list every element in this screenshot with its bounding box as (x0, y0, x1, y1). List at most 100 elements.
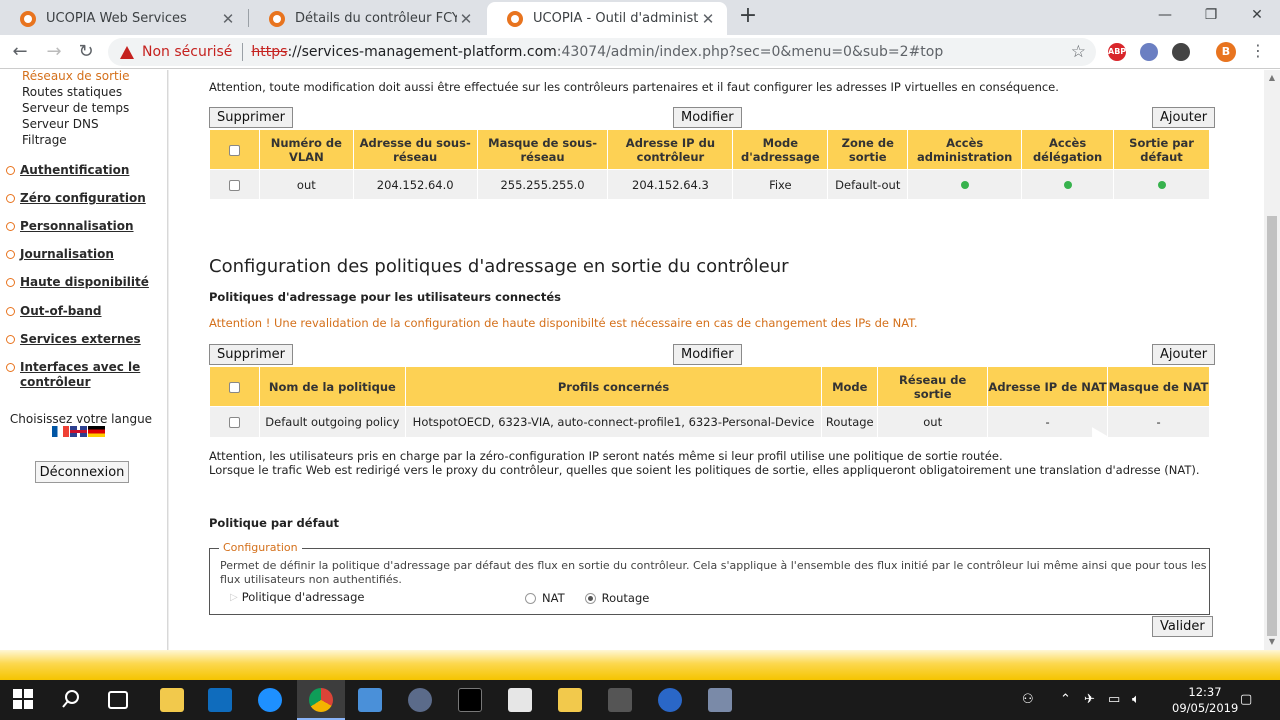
restore-icon[interactable]: ❐ (1188, 0, 1234, 32)
scroll-down-icon[interactable]: ▼ (1264, 634, 1280, 650)
vlan-cell: out (258, 169, 354, 200)
profile-avatar[interactable]: B (1216, 42, 1236, 62)
column-header: Zone de sortie (827, 129, 909, 170)
battery-icon[interactable]: ▭ (1108, 692, 1120, 707)
minimize-icon[interactable]: — (1142, 0, 1188, 32)
file-explorer-icon[interactable] (160, 688, 184, 712)
sidebar-item-label: Zéro configuration (20, 191, 146, 205)
tray-chevron-up-icon[interactable]: ⌃ (1060, 692, 1071, 707)
address-bar[interactable]: Non sécurisé https ://services-managemen… (108, 38, 1096, 66)
row-select-cell (209, 406, 260, 438)
extension-circle-icon[interactable] (1172, 43, 1190, 61)
policy-section-title: Configuration des politiques d'adressage… (209, 256, 789, 277)
select-all-checkbox[interactable] (228, 381, 240, 393)
page-viewport: Réseaux de sortie Routes statiques Serve… (0, 70, 1264, 650)
bookmark-star-icon[interactable]: ☆ (1071, 42, 1086, 62)
chrome-icon[interactable] (309, 688, 333, 712)
vlan-delete-button[interactable]: Supprimer (209, 107, 293, 128)
browser-tab-2[interactable]: Détails du contrôleur FCYTNR2 ✕ (249, 2, 485, 35)
edge-icon[interactable] (658, 688, 682, 712)
sidebar-subitem-static-routes[interactable]: Routes statiques (22, 85, 122, 99)
sidebar-item-customization[interactable]: Personnalisation (6, 219, 134, 233)
warning-triangle-icon (120, 45, 134, 59)
column-header: Nom de la politique (258, 366, 406, 407)
vlan-table: Numéro de VLAN Adresse du sous-réseau Ma… (209, 129, 1210, 200)
adblock-extension-icon[interactable]: ABP (1108, 43, 1126, 61)
policy-edit-button[interactable]: Modifier (673, 344, 742, 365)
forward-arrow-icon[interactable]: → (42, 40, 66, 64)
vlan-notice: Attention, toute modification doit aussi… (209, 80, 1059, 94)
taskbar-clock[interactable]: 12:37 09/05/2019 (1172, 684, 1238, 716)
english-flag-icon[interactable] (70, 426, 87, 437)
close-icon[interactable]: ✕ (457, 10, 475, 28)
logout-button[interactable]: Déconnexion (35, 461, 129, 483)
sidebar-subitem-time-server[interactable]: Serveur de temps (22, 101, 129, 115)
routing-radio[interactable] (584, 592, 596, 604)
volume-icon[interactable]: 🔈︎ (1132, 692, 1140, 707)
window-close-icon[interactable]: ✕ (1234, 0, 1280, 32)
status-dot-icon (1157, 180, 1166, 189)
task-view-icon[interactable] (108, 691, 128, 709)
addressing-policy-label: Politique d'adressage (241, 590, 365, 604)
outlook-icon[interactable] (208, 688, 232, 712)
close-icon[interactable]: ✕ (219, 10, 237, 28)
sidebar-subitem-dns-server[interactable]: Serveur DNS (22, 117, 99, 131)
sidebar-subitem-exit-networks[interactable]: Réseaux de sortie (22, 70, 129, 83)
browser-tab-1[interactable]: UCOPIA Web Services ✕ (0, 2, 247, 35)
calendar-icon[interactable] (508, 688, 532, 712)
app-icon[interactable] (558, 688, 582, 712)
airplane-mode-icon[interactable]: ✈ (1084, 692, 1095, 707)
policy-delete-button[interactable]: Supprimer (209, 344, 293, 365)
nat-radio[interactable] (525, 592, 536, 604)
policy-add-button[interactable]: Ajouter (1152, 344, 1216, 365)
browser-tabstrip: UCOPIA Web Services ✕ Détails du contrôl… (0, 0, 1280, 35)
browser-tab-3-active[interactable]: UCOPIA - Outil d'administration ✕ (487, 2, 727, 35)
back-arrow-icon[interactable]: ← (8, 40, 32, 64)
extension-icon[interactable] (1140, 43, 1158, 61)
table-row[interactable]: out 204.152.64.0 255.255.255.0 204.152.6… (209, 169, 1210, 200)
select-all-checkbox[interactable] (228, 144, 240, 156)
new-tab-plus-icon[interactable]: + (736, 4, 760, 28)
browser-menu-icon[interactable]: ⋮ (1250, 41, 1266, 60)
table-row[interactable]: Default outgoing policy HotspotOECD, 632… (209, 406, 1210, 438)
network-tool-icon[interactable] (358, 688, 382, 712)
submit-button[interactable]: Valider (1152, 616, 1213, 637)
sidebar-item-external-services[interactable]: Services externes (6, 332, 141, 346)
notifications-icon[interactable]: ▢ (1240, 692, 1252, 707)
windows-start-icon[interactable] (12, 688, 36, 712)
url-host: ://services-management-platform.com (287, 44, 557, 60)
ucopia-favicon-icon (20, 10, 36, 27)
internet-explorer-icon[interactable] (258, 688, 282, 712)
sidebar-item-out-of-band[interactable]: Out-of-band (6, 304, 102, 318)
desktop-app-icon[interactable] (708, 688, 732, 712)
sidebar-item-authentication[interactable]: Authentification (6, 163, 129, 177)
vlan-add-button[interactable]: Ajouter (1152, 107, 1216, 128)
page-scrollbar[interactable]: ▲ ▼ (1264, 70, 1280, 650)
column-header: Profils concernés (404, 366, 823, 407)
sidebar-item-logging[interactable]: Journalisation (6, 247, 114, 261)
german-flag-icon[interactable] (88, 426, 105, 437)
french-flag-icon[interactable] (52, 426, 69, 437)
lock-app-icon[interactable] (408, 688, 432, 712)
search-icon[interactable] (60, 688, 84, 712)
sidebar-item-zero-config[interactable]: Zéro configuration (6, 191, 146, 205)
sidebar-item-controller-interfaces[interactable]: Interfaces avec le contrôleur (6, 360, 156, 390)
scroll-thumb[interactable] (1267, 216, 1277, 636)
security-label[interactable]: Non sécurisé (142, 44, 232, 60)
sidebar-item-high-availability[interactable]: Haute disponibilité (6, 275, 149, 289)
people-icon[interactable]: ⚇ (1022, 692, 1034, 707)
main-content: Attention, toute modification doit aussi… (169, 70, 1264, 650)
reload-icon[interactable]: ↻ (74, 40, 98, 64)
nat-mask-cell: - (1107, 406, 1210, 438)
row-checkbox[interactable] (228, 179, 240, 191)
remote-desktop-icon[interactable] (608, 688, 632, 712)
sidebar-subitem-filtering[interactable]: Filtrage (22, 133, 67, 147)
bullet-circle-icon (6, 222, 15, 231)
terminal-icon[interactable] (458, 688, 482, 712)
profiles-cell: HotspotOECD, 6323-VIA, auto-connect-prof… (404, 406, 823, 438)
scroll-up-icon[interactable]: ▲ (1264, 70, 1280, 86)
vlan-edit-button[interactable]: Modifier (673, 107, 742, 128)
row-checkbox[interactable] (228, 417, 240, 428)
close-icon[interactable]: ✕ (699, 10, 717, 28)
subnet-cell: 204.152.64.0 (352, 169, 478, 200)
